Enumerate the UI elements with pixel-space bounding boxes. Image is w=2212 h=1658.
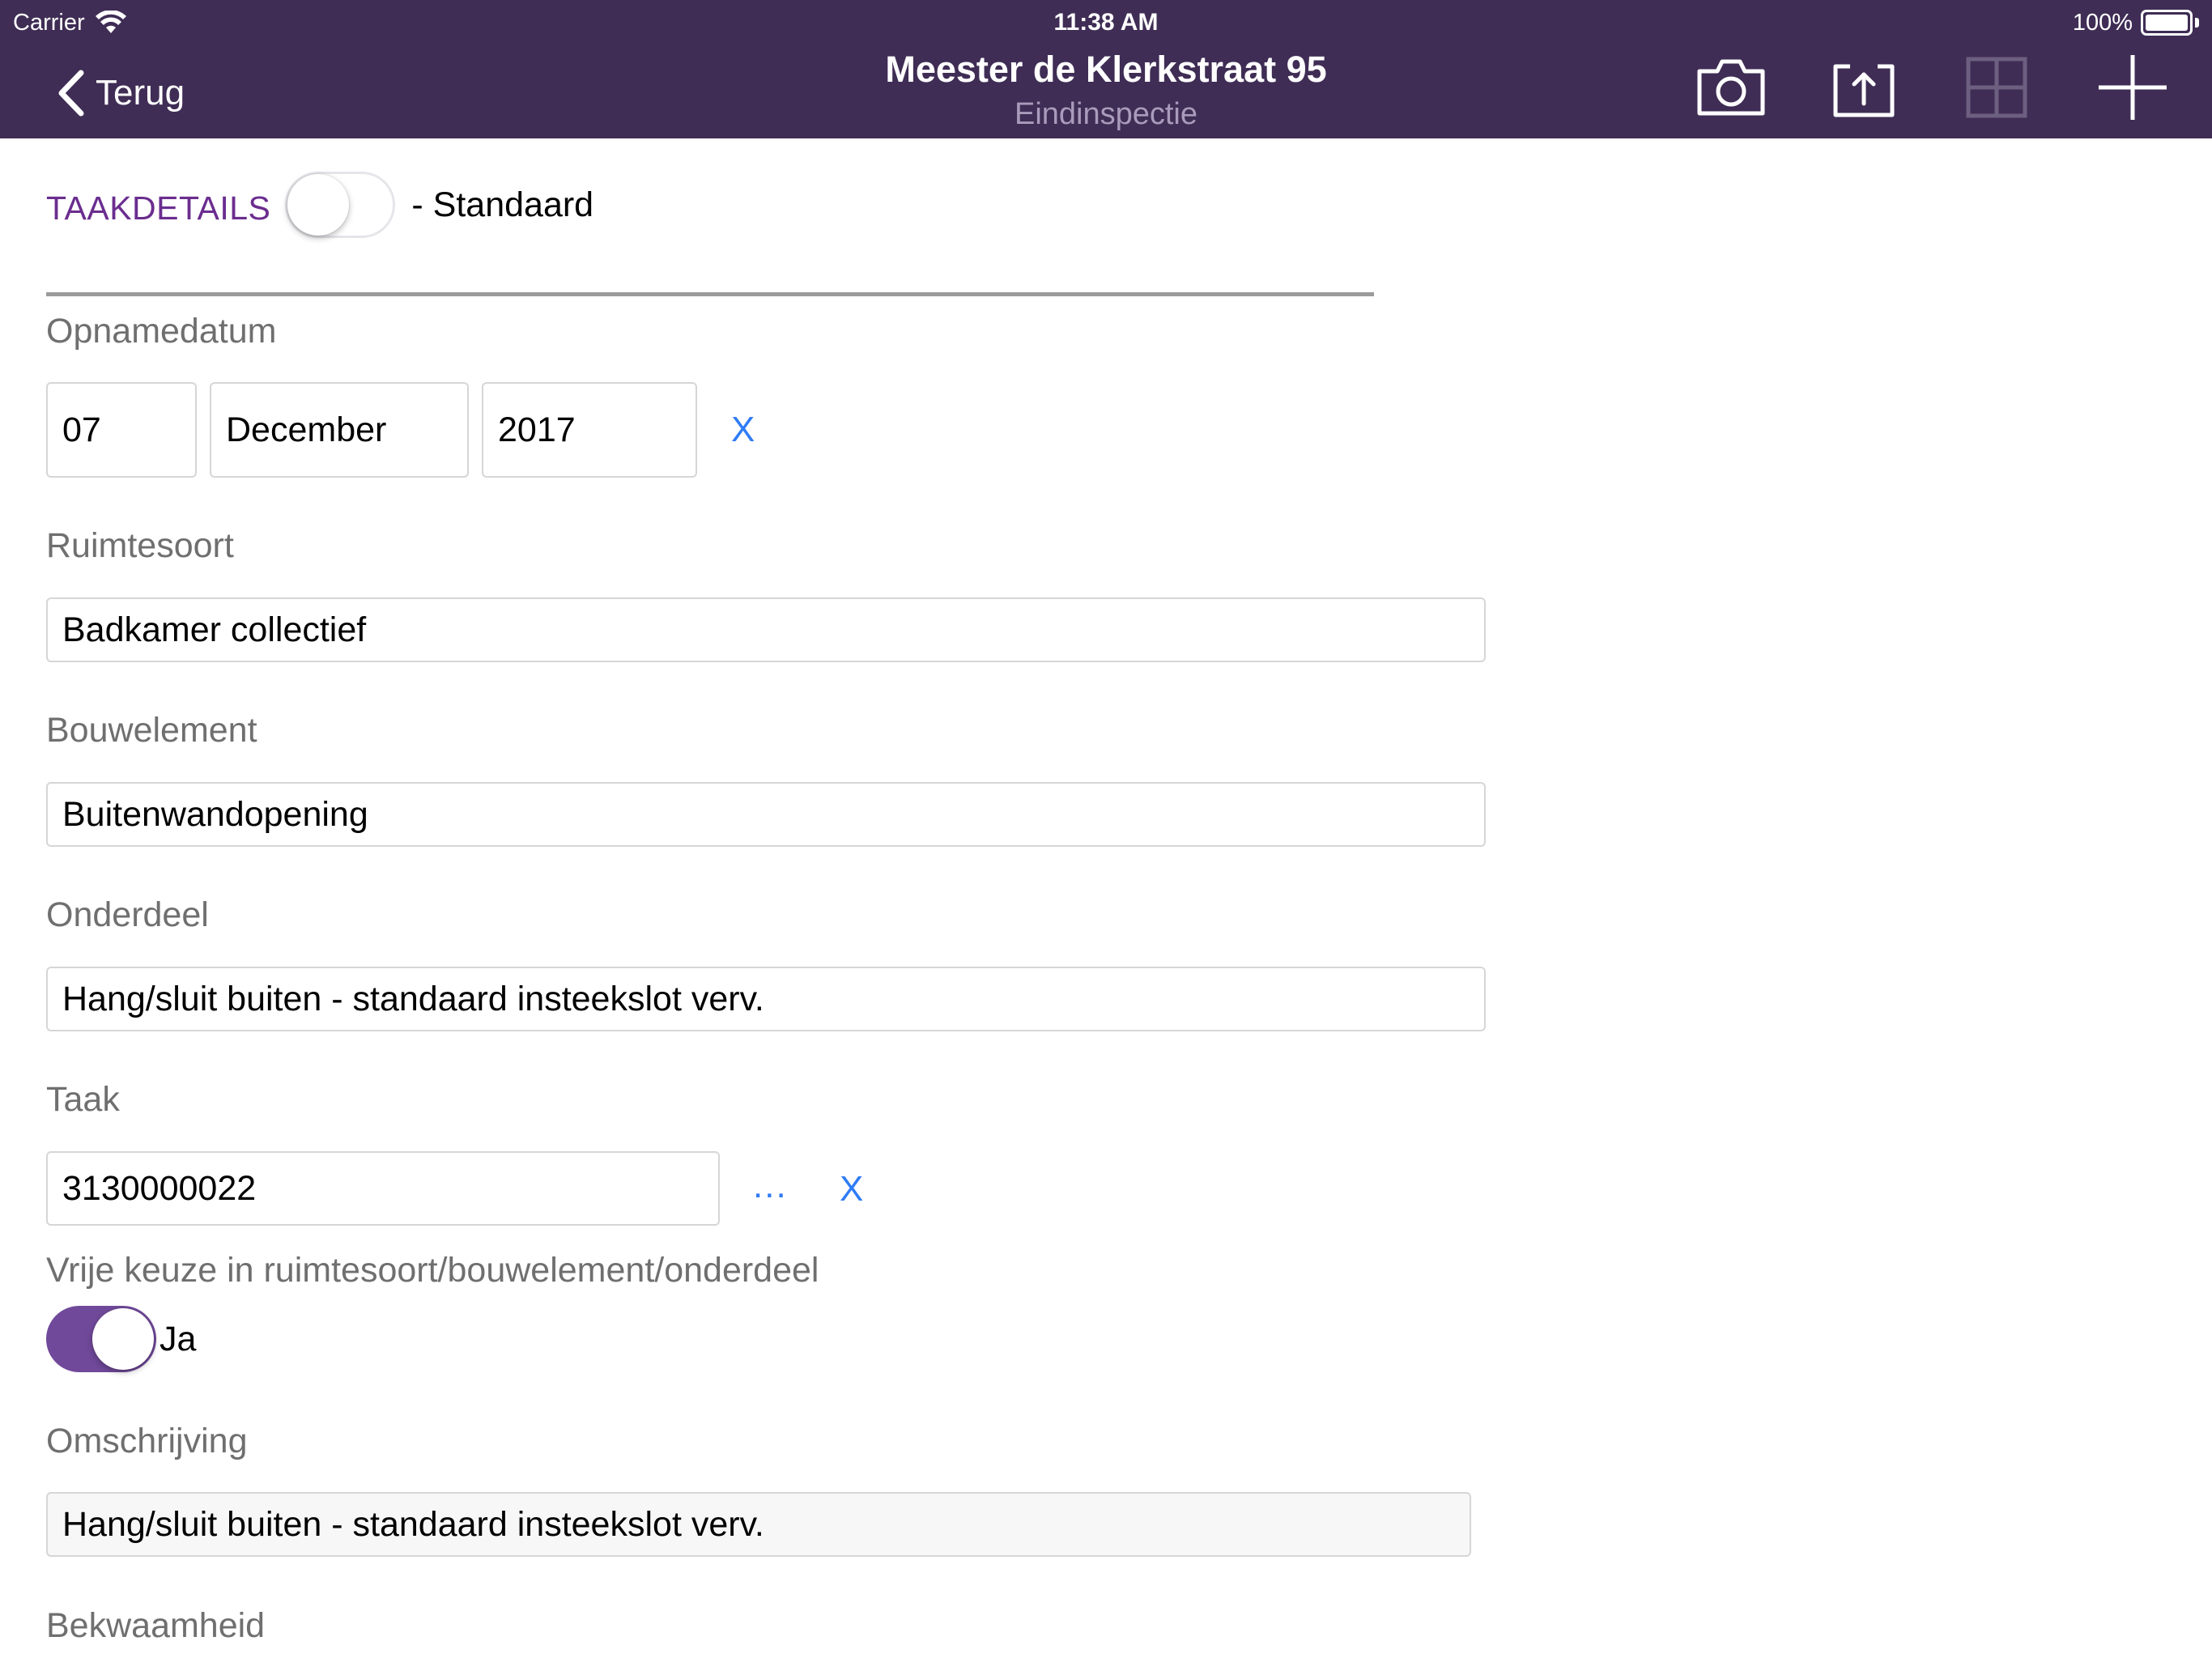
onderdeel-label: Onderdeel bbox=[46, 895, 209, 934]
battery-icon bbox=[2141, 10, 2199, 36]
clear-taak-button[interactable]: X bbox=[840, 1169, 863, 1209]
taak-field[interactable]: 3130000022 bbox=[46, 1151, 720, 1226]
ruimtesoort-field[interactable]: Badkamer collectief bbox=[46, 597, 1486, 662]
upload-icon bbox=[1833, 64, 1895, 117]
grid-button[interactable] bbox=[1960, 55, 2033, 120]
upload-button[interactable] bbox=[1827, 55, 1900, 120]
section-suffix: - Standaard bbox=[411, 185, 594, 224]
omschrijving-field[interactable]: Hang/sluit buiten - standaard insteekslo… bbox=[46, 1492, 1471, 1557]
battery-percentage: 100% bbox=[2072, 9, 2133, 36]
vrije-keuze-toggle[interactable] bbox=[46, 1306, 156, 1372]
year-field[interactable]: 2017 bbox=[482, 382, 697, 478]
status-battery: 100% bbox=[2073, 6, 2199, 39]
onderdeel-field[interactable]: Hang/sluit buiten - standaard insteekslo… bbox=[46, 967, 1486, 1031]
vrije-keuze-label: Vrije keuze in ruimtesoort/bouwelement/o… bbox=[46, 1251, 819, 1290]
opnamedatum-label: Opnamedatum bbox=[46, 312, 277, 351]
camera-button[interactable] bbox=[1695, 55, 1767, 120]
add-icon bbox=[2099, 55, 2167, 120]
taak-more-button[interactable]: ... bbox=[753, 1166, 788, 1206]
omschrijving-label: Omschrijving bbox=[46, 1422, 248, 1460]
bouwelement-label: Bouwelement bbox=[46, 711, 257, 750]
toggle-knob bbox=[92, 1308, 154, 1370]
ruimtesoort-label: Ruimtesoort bbox=[46, 526, 234, 565]
section-divider bbox=[46, 292, 1374, 296]
bouwelement-field[interactable]: Buitenwandopening bbox=[46, 782, 1486, 847]
section-title: TAAKDETAILS bbox=[46, 189, 271, 227]
day-field[interactable]: 07 bbox=[46, 382, 197, 478]
grid-icon bbox=[1966, 57, 2027, 118]
month-field[interactable]: December bbox=[210, 382, 469, 478]
camera-icon bbox=[1697, 59, 1765, 116]
vrije-keuze-row: Ja bbox=[46, 1305, 196, 1373]
add-button[interactable] bbox=[2096, 55, 2169, 120]
standaard-toggle[interactable] bbox=[285, 172, 396, 238]
clear-date-button[interactable]: X bbox=[731, 410, 755, 450]
vrije-keuze-toggle-label: Ja bbox=[160, 1319, 197, 1358]
toggle-knob bbox=[287, 174, 350, 236]
navigation-bar: Carrier 11:38 AM 100% Terug Meester de K… bbox=[0, 0, 2212, 138]
status-time: 11:38 AM bbox=[1053, 9, 1159, 36]
section-header: TAAKDETAILS - Standaard bbox=[46, 172, 593, 244]
bekwaamheid-label: Bekwaamheid bbox=[46, 1606, 266, 1645]
taak-label: Taak bbox=[46, 1080, 120, 1119]
